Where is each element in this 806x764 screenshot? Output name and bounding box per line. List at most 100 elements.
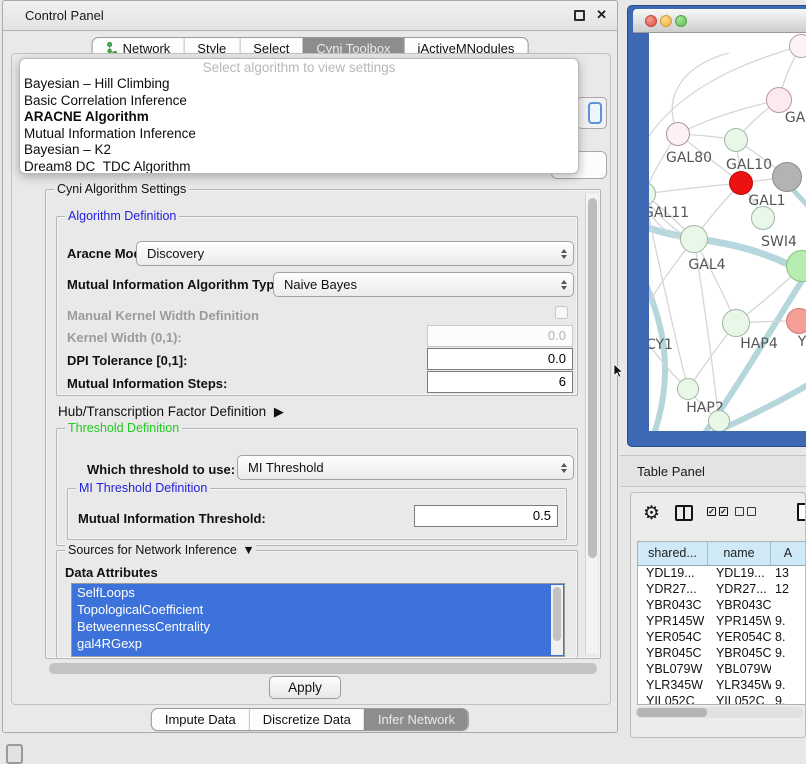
sources-group-title[interactable]: Sources for Network Inference ▼ [65, 543, 256, 558]
kernel-width-field[interactable]: 0.0 [427, 325, 573, 347]
column-header-shared-name[interactable]: shared... [638, 542, 708, 566]
mi-threshold-label: Mutual Information Threshold: [78, 511, 266, 526]
algorithm-option[interactable]: Mutual Information Inference [20, 126, 578, 143]
table-row[interactable]: YBL079WYBL079W [638, 662, 806, 678]
node-label: Y [798, 334, 806, 350]
algorithm-dropdown-popup: Select algorithm to view settings Bayesi… [19, 58, 579, 174]
node-label: GAL11 [649, 205, 689, 221]
attribute-item[interactable]: TopologicalCoefficient [72, 601, 564, 618]
table-row[interactable]: YER054CYER054C8. [638, 630, 806, 646]
network-node[interactable] [772, 162, 802, 192]
table-horizontal-scrollbar[interactable] [635, 707, 803, 718]
mouse-cursor [613, 364, 625, 379]
table-cell: YIL052C [638, 694, 708, 705]
algorithm-dropdown-placeholder: Select algorithm to view settings [20, 59, 578, 76]
table-cell [771, 662, 806, 678]
settings-horizontal-scrollbar[interactable] [49, 663, 597, 674]
hub-definition-toggle[interactable]: Hub/Transcription Factor Definition ▶ [58, 404, 280, 420]
float-panel-icon[interactable] [574, 10, 585, 21]
algorithm-option[interactable]: Basic Correlation Inference [20, 93, 578, 110]
apply-button[interactable]: Apply [269, 676, 341, 699]
table-cell: YBL079W [638, 662, 708, 678]
table-cell: YBR043C [638, 598, 708, 614]
table-cell: 9. [771, 678, 806, 694]
network-node[interactable] [722, 309, 750, 337]
algorithm-option[interactable]: Bayesian – K2 [20, 142, 578, 159]
settings-scrollbar[interactable] [585, 194, 598, 654]
table-toolbar: ⚙ ✓ ✓ [631, 493, 805, 539]
dpi-tolerance-field[interactable]: 0.0 [427, 348, 573, 370]
table-cell: YBR045C [638, 646, 708, 662]
combo-focus-button [588, 102, 602, 124]
attribute-item[interactable]: gal4RGexp [72, 635, 564, 652]
table-cell [771, 598, 806, 614]
table-cell: YLR345W [638, 678, 708, 694]
data-attributes-label: Data Attributes [65, 565, 158, 580]
deselect-all-columns-icon[interactable] [735, 507, 756, 516]
table-cell: 9. [771, 646, 806, 662]
table-row[interactable]: YBR043CYBR043C [638, 598, 806, 614]
algorithm-option[interactable]: Bayesian – Hill Climbing [20, 76, 578, 93]
mi-steps-field[interactable]: 6 [427, 371, 573, 393]
which-threshold-select[interactable]: MI Threshold [237, 455, 574, 480]
table-row[interactable]: YDR27...YDR27...12 [638, 582, 806, 598]
zoom-window-icon[interactable] [675, 15, 687, 27]
select-all-columns-icon[interactable]: ✓ ✓ [707, 507, 728, 516]
columns-icon[interactable] [675, 505, 693, 521]
tab-impute-data[interactable]: Impute Data [152, 709, 249, 730]
close-window-icon[interactable] [645, 15, 657, 27]
algorithm-option[interactable]: ARACNE Algorithm [20, 109, 578, 126]
attribute-item[interactable]: SelfLoops [72, 584, 564, 601]
bottom-tabs: Impute Data Discretize Data Infer Networ… [151, 708, 469, 731]
node-label: GAL80 [666, 150, 712, 166]
mi-threshold-field[interactable]: 0.5 [414, 505, 558, 527]
column-header-partial[interactable]: A [771, 542, 806, 566]
data-attributes-list[interactable]: SelfLoopsTopologicalCoefficientBetweenne… [71, 583, 565, 657]
table-cell: YDL19... [638, 566, 708, 582]
node-table[interactable]: shared... name A YDL19...YDL19...13YDR27… [637, 541, 806, 705]
tab-discretize-data[interactable]: Discretize Data [249, 709, 364, 730]
table-row[interactable]: YBR045CYBR045C9. [638, 646, 806, 662]
network-node[interactable] [724, 128, 748, 152]
mi-algorithm-type-select[interactable]: Naive Bayes [273, 272, 574, 297]
mi-steps-label: Mutual Information Steps: [67, 376, 227, 391]
network-node[interactable] [751, 206, 775, 230]
network-node[interactable] [708, 410, 730, 431]
mi-algorithm-type-label: Mutual Information Algorithm Type: [67, 277, 286, 292]
control-panel-titlebar: Control Panel ✕ [3, 1, 617, 31]
table-row[interactable]: YLR345WYLR345W9. [638, 678, 806, 694]
table-row[interactable]: YIL052CYIL052C9. [638, 694, 806, 705]
which-threshold-label: Which threshold to use: [87, 462, 235, 477]
manual-kernel-width-checkbox[interactable] [555, 306, 568, 319]
network-canvas[interactable]: GALGAL80GAL10GAL1GAL11SWI4GAL4GCY1HAP4YH… [649, 33, 806, 431]
gear-icon[interactable]: ⚙ [643, 502, 660, 525]
table-cell: YPR145W [638, 614, 708, 630]
attribute-item-partial[interactable] [72, 652, 564, 657]
network-node[interactable] [680, 225, 708, 253]
network-node[interactable] [677, 378, 699, 400]
network-node[interactable] [729, 171, 753, 195]
attributes-scrollbar[interactable] [551, 585, 563, 655]
sources-group: Sources for Network Inference ▼ Data Att… [56, 550, 578, 658]
node-label: GAL [785, 110, 806, 126]
node-label: GAL10 [726, 157, 772, 173]
column-header-name[interactable]: name [708, 542, 771, 566]
new-table-icon[interactable] [797, 503, 806, 521]
table-panel-title: Table Panel [637, 456, 705, 488]
table-row[interactable]: YDL19...YDL19...13 [638, 566, 806, 582]
aracne-mode-select[interactable]: Discovery [136, 241, 574, 266]
manual-kernel-width-label: Manual Kernel Width Definition [67, 308, 259, 323]
close-icon[interactable]: ✕ [596, 7, 607, 23]
table-cell: 9. [771, 694, 806, 705]
minimized-panel-icon[interactable] [6, 744, 23, 764]
attribute-item[interactable]: BetweennessCentrality [72, 618, 564, 635]
tab-infer-network[interactable]: Infer Network [364, 709, 468, 730]
table-row[interactable]: YPR145WYPR145W9. [638, 614, 806, 630]
algorithm-option[interactable]: Dream8 DC_TDC Algorithm [20, 159, 578, 175]
node-label: SWI4 [761, 234, 797, 250]
network-node[interactable] [789, 34, 806, 58]
minimize-window-icon[interactable] [660, 15, 672, 27]
network-node[interactable] [666, 122, 690, 146]
network-node[interactable] [786, 308, 806, 334]
inference-algorithm-combo-fragment[interactable] [577, 97, 607, 129]
